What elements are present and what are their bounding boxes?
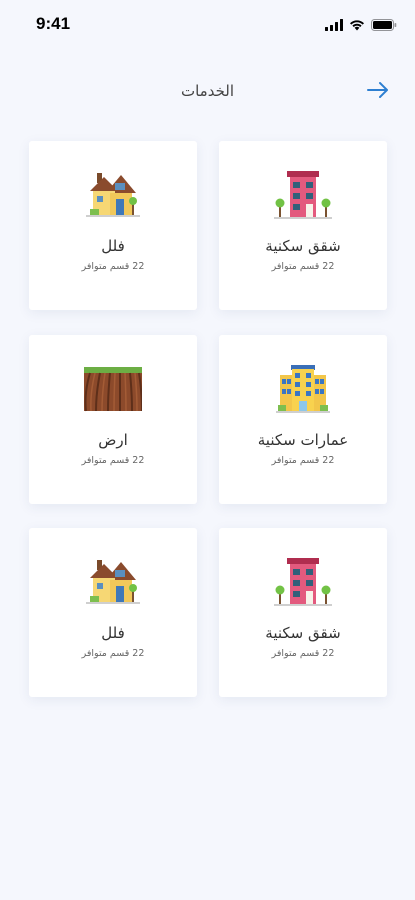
service-card-title: شقق سكنية: [265, 624, 341, 642]
service-card-title: شقق سكنية: [265, 237, 341, 255]
service-card-title: عمارات سكنية: [257, 431, 349, 449]
farmland-icon: [83, 361, 143, 417]
wifi-icon: [349, 16, 365, 35]
arrow-right-icon: [366, 81, 390, 103]
service-card-subtitle: 22 قسم متوافر: [271, 261, 335, 272]
battery-icon: [371, 16, 397, 35]
service-card-title: فلل: [101, 624, 125, 642]
service-card-residential-buildings[interactable]: عمارات سكنية 22 قسم متوافر: [219, 335, 387, 504]
page-title: الخدمات: [180, 82, 235, 100]
service-card-land[interactable]: ارض 22 قسم متوافر: [29, 335, 197, 504]
villa-house-icon: [83, 554, 143, 610]
service-card-apartments[interactable]: شقق سكنية 22 قسم متوافر: [219, 141, 387, 310]
service-card-apartments[interactable]: شقق سكنية 22 قسم متوافر: [219, 528, 387, 697]
status-icons: [325, 16, 397, 35]
back-button[interactable]: [363, 78, 393, 106]
cellular-signal-icon: [325, 16, 343, 35]
service-card-subtitle: 22 قسم متوافر: [271, 648, 335, 659]
service-card-title: ارض: [98, 431, 128, 449]
header: الخدمات: [0, 72, 415, 112]
service-card-title: فلل: [101, 237, 125, 255]
residential-tower-icon: [273, 361, 333, 417]
service-card-subtitle: 22 قسم متوافر: [81, 261, 145, 272]
service-card-villas[interactable]: فلل 22 قسم متوافر: [29, 528, 197, 697]
service-card-villas[interactable]: فلل 22 قسم متوافر: [29, 141, 197, 310]
status-bar: 9:41: [0, 0, 415, 48]
service-card-subtitle: 22 قسم متوافر: [81, 455, 145, 466]
service-card-subtitle: 22 قسم متوافر: [81, 648, 145, 659]
villa-house-icon: [83, 167, 143, 223]
apartment-building-icon: [273, 554, 333, 610]
service-card-subtitle: 22 قسم متوافر: [271, 455, 335, 466]
apartment-building-icon: [273, 167, 333, 223]
status-time: 9:41: [36, 14, 71, 33]
